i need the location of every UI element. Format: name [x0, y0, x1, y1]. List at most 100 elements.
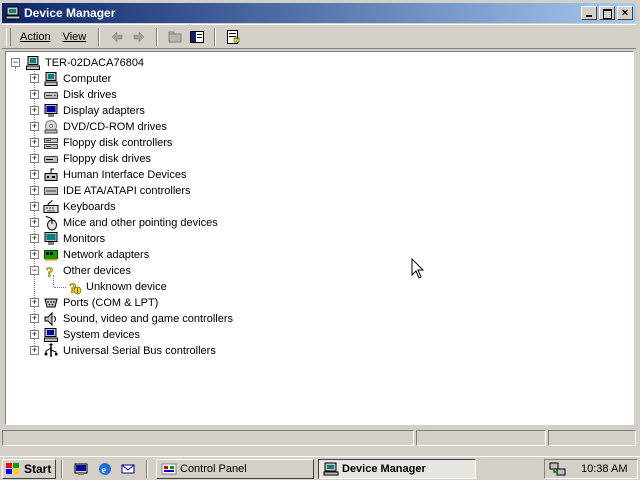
- tree-node-mice-and-other-pointing-devices[interactable]: + Mice and other pointing devices: [28, 215, 220, 231]
- mouse-cursor-icon: [411, 258, 425, 279]
- port-icon: [43, 295, 59, 311]
- expand-icon[interactable]: +: [30, 330, 39, 339]
- expand-icon[interactable]: +: [30, 202, 39, 211]
- taskbar-separator: [146, 460, 148, 478]
- tree-node-display-adapters[interactable]: + Display adapters: [28, 103, 147, 119]
- tree-root[interactable]: − TER-02DACA76804: [10, 55, 146, 71]
- device-manager-icon: [5, 6, 21, 20]
- tree-node-label: Other devices: [63, 265, 131, 277]
- system-tray: 10:38 AM: [544, 459, 638, 479]
- status-cell-2: [416, 430, 546, 446]
- tree-node-label: DVD/CD-ROM drives: [63, 121, 167, 133]
- system-device-icon: [43, 327, 59, 343]
- start-label: Start: [24, 462, 52, 476]
- status-cell-main: [2, 430, 414, 446]
- ide-controller-icon: [43, 183, 59, 199]
- computer-icon: [25, 55, 41, 71]
- expand-icon[interactable]: +: [30, 218, 39, 227]
- tree-node-label: IDE ATA/ATAPI controllers: [63, 185, 191, 197]
- network-tray-icon[interactable]: [549, 461, 567, 477]
- expand-icon[interactable]: +: [30, 186, 39, 195]
- floppy-drive-icon: [43, 151, 59, 167]
- tree-node-ports-com-lpt[interactable]: + Ports (COM & LPT): [28, 295, 160, 311]
- up-one-level-button[interactable]: [164, 27, 186, 47]
- cd-drive-icon: [43, 119, 59, 135]
- tree-node-human-interface-devices[interactable]: + Human Interface Devices: [28, 167, 189, 183]
- tree-node-floppy-disk-controllers[interactable]: + Floppy disk controllers: [28, 135, 174, 151]
- back-button[interactable]: [106, 27, 128, 47]
- collapse-icon[interactable]: −: [30, 266, 39, 275]
- tree-node-label: Sound, video and game controllers: [63, 313, 233, 325]
- internet-explorer-icon[interactable]: e: [97, 461, 113, 477]
- task-device-manager[interactable]: Device Manager: [318, 459, 476, 479]
- status-cell-3: [548, 430, 636, 446]
- task-control-panel[interactable]: Control Panel: [156, 459, 314, 479]
- toolbar-separator: [214, 27, 217, 46]
- hid-icon: [43, 167, 59, 183]
- tree-node-other-devices[interactable]: −? Other devices: [28, 263, 133, 282]
- tree-node-sound-video-and-game-controllers[interactable]: + Sound, video and game controllers: [28, 311, 235, 327]
- tree-node-network-adapters[interactable]: + Network adapters: [28, 247, 151, 263]
- disk-drive-icon: [43, 87, 59, 103]
- tree-node-label: Universal Serial Bus controllers: [63, 345, 216, 357]
- maximize-icon: [603, 9, 612, 19]
- windows-logo-icon: [6, 463, 19, 474]
- mouse-icon: [43, 215, 59, 231]
- expand-icon[interactable]: +: [30, 250, 39, 259]
- toolbar-separator: [156, 27, 159, 46]
- tree-node-monitors[interactable]: + Monitors: [28, 231, 107, 247]
- tree-node-label: Ports (COM & LPT): [63, 297, 159, 309]
- minimize-button[interactable]: [581, 6, 597, 20]
- expand-icon[interactable]: +: [30, 298, 39, 307]
- task-device-manager-label: Device Manager: [342, 463, 426, 475]
- device-tree[interactable]: − TER-02DACA76804 + Computer + Disk drives +…: [5, 51, 634, 425]
- tree-node-label: System devices: [63, 329, 141, 341]
- window-title: Device Manager: [24, 6, 116, 20]
- expand-icon[interactable]: +: [30, 346, 39, 355]
- show-desktop-icon[interactable]: [73, 461, 89, 477]
- tree-connector: [54, 287, 66, 288]
- start-button[interactable]: Start: [2, 459, 56, 479]
- question-mark-icon: ?: [43, 263, 59, 282]
- outlook-express-icon[interactable]: [120, 461, 136, 477]
- expand-icon[interactable]: +: [30, 74, 39, 83]
- properties-button[interactable]: ?: [222, 27, 244, 47]
- toolbar-grip[interactable]: [6, 27, 11, 46]
- expand-icon[interactable]: +: [30, 138, 39, 147]
- floppy-controller-icon: [43, 135, 59, 151]
- expand-icon[interactable]: +: [30, 90, 39, 99]
- expand-icon[interactable]: +: [30, 154, 39, 163]
- expand-icon[interactable]: +: [30, 122, 39, 131]
- expand-icon[interactable]: +: [30, 314, 39, 323]
- back-arrow-icon: [111, 30, 123, 43]
- tree-node-ide-ata-atapi-controllers[interactable]: + IDE ATA/ATAPI controllers: [28, 183, 193, 199]
- tree-node-label: Floppy disk drives: [63, 153, 152, 165]
- tree-node-universal-serial-bus-controllers[interactable]: + Universal Serial Bus controllers: [28, 343, 218, 359]
- tree-node-label: Network adapters: [63, 249, 150, 261]
- svg-text:e: e: [102, 465, 107, 476]
- expand-icon[interactable]: +: [30, 106, 39, 115]
- menu-action[interactable]: Action: [14, 28, 57, 46]
- menu-view[interactable]: View: [57, 28, 93, 46]
- maximize-button[interactable]: [599, 6, 615, 20]
- show-hide-console-tree-button[interactable]: [186, 27, 208, 47]
- tree-node-unknown-device[interactable]: ?! Unknown device: [66, 279, 169, 298]
- tree-node-keyboards[interactable]: + Keyboards: [28, 199, 118, 215]
- close-button[interactable]: ×: [617, 6, 633, 20]
- title-bar[interactable]: Device Manager ×: [2, 3, 636, 23]
- collapse-icon[interactable]: −: [11, 58, 20, 67]
- menu-view-label: View: [62, 30, 87, 43]
- tree-node-disk-drives[interactable]: + Disk drives: [28, 87, 119, 103]
- tree-node-computer[interactable]: + Computer: [28, 71, 113, 87]
- tree-node-floppy-disk-drives[interactable]: + Floppy disk drives: [28, 151, 153, 167]
- expand-icon[interactable]: +: [30, 234, 39, 243]
- tree-node-label: Unknown device: [86, 281, 167, 293]
- task-control-panel-label: Control Panel: [180, 463, 247, 475]
- taskbar-separator: [61, 460, 63, 478]
- tree-node-system-devices[interactable]: + System devices: [28, 327, 142, 343]
- clock[interactable]: 10:38 AM: [581, 463, 627, 475]
- expand-icon[interactable]: +: [30, 170, 39, 179]
- tree-node-label: Floppy disk controllers: [63, 137, 173, 149]
- forward-button[interactable]: [128, 27, 150, 47]
- tree-node-dvd-cd-rom-drives[interactable]: + DVD/CD-ROM drives: [28, 119, 169, 135]
